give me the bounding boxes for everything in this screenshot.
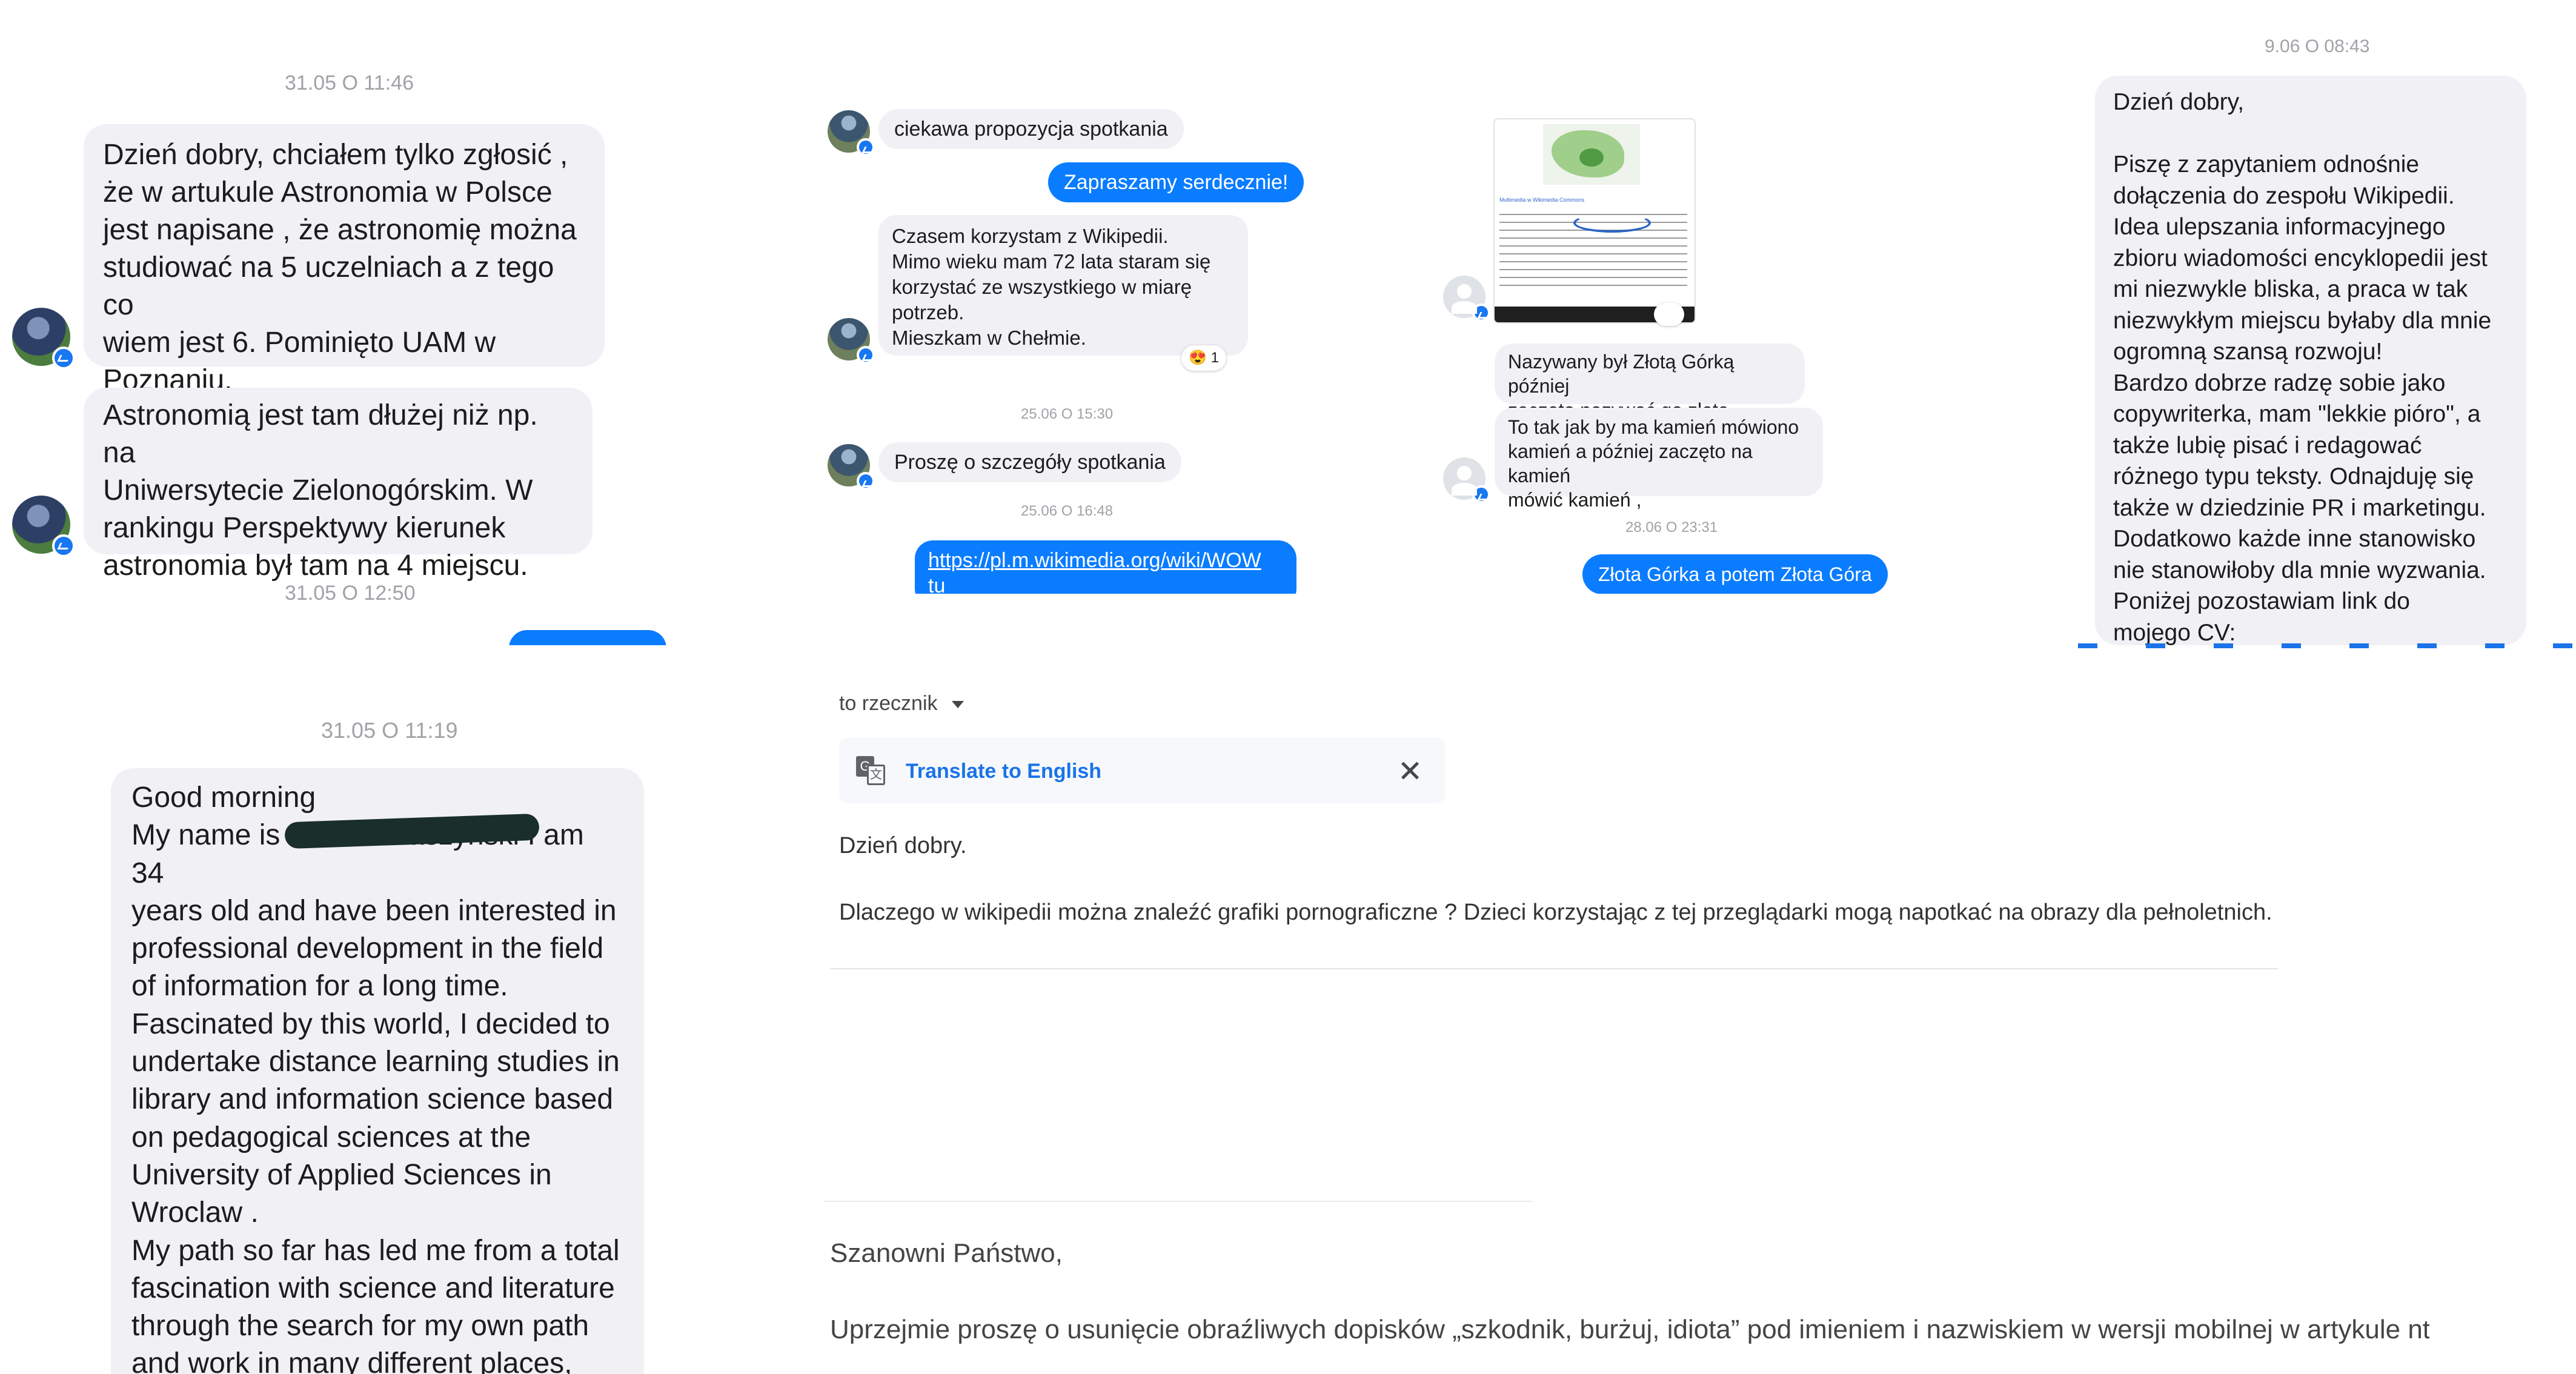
message-bubble[interactable]: Czasem korzystam z Wikipedii. Mimo wieku… bbox=[878, 215, 1248, 356]
chat-panel-meeting: ciekawa propozycja spotkania Zapraszamy … bbox=[806, 91, 1351, 594]
messenger-badge-icon bbox=[1472, 485, 1490, 503]
divider bbox=[830, 968, 2278, 969]
email-panel-removal: Szanowni Państwo, Uprzejmie proszę o usu… bbox=[824, 1187, 2429, 1374]
timestamp: 25.06 O 16:48 bbox=[1021, 503, 1114, 519]
translate-link[interactable]: Translate to English bbox=[906, 760, 1101, 783]
reaction-badge[interactable]: 😍 1 bbox=[1181, 345, 1226, 371]
translate-icon: G 文 bbox=[856, 756, 885, 785]
map-region-highlight bbox=[1579, 148, 1604, 167]
email-panel-complaint: to rzecznik G 文 Translate to English Dzi… bbox=[824, 679, 2308, 981]
timestamp: 31.05 O 11:46 bbox=[285, 71, 414, 95]
avatar-placeholder[interactable] bbox=[1443, 457, 1490, 503]
recipient-label: to rzecznik bbox=[839, 692, 938, 715]
messenger-badge-icon bbox=[857, 346, 875, 364]
wikimedia-link[interactable]: https://pl.m.wikimedia.org/wiki/WOW bbox=[928, 549, 1261, 572]
reaction-count: 1 bbox=[1210, 350, 1219, 366]
timestamp: 9.06 O 08:43 bbox=[2265, 36, 2370, 56]
divider bbox=[824, 1201, 1533, 1202]
messenger-badge-icon bbox=[857, 138, 875, 156]
email-body: Dlaczego w wikipedii można znaleźć grafi… bbox=[839, 900, 2272, 925]
outgoing-message[interactable]: Zapraszamy serdecznie! bbox=[1048, 162, 1304, 202]
chat-panel-application: 31.05 O 11:19 Good morning My name is Mi… bbox=[0, 666, 757, 1374]
outgoing-message-partial bbox=[509, 630, 666, 645]
outgoing-message[interactable]: Złota Górka a potem Złota Góra bbox=[1582, 554, 1888, 594]
map-thumbnail bbox=[1543, 124, 1640, 185]
chat-panel-zlota-gorka: Multimedia w Wikimedia Commons Nazywany … bbox=[1436, 118, 1920, 594]
toolbar-icons-partial bbox=[2030, 643, 2575, 648]
timestamp: 25.06 O 15:30 bbox=[1021, 406, 1114, 422]
messenger-badge-icon bbox=[52, 347, 75, 370]
message-bubble[interactable]: Astronomią jest tam dłużej niż np. na Un… bbox=[84, 388, 593, 582]
message-bubble[interactable]: ciekawa propozycja spotkania bbox=[878, 109, 1184, 149]
commons-label: Multimedia w Wikimedia Commons bbox=[1499, 197, 1585, 203]
messenger-badge-icon bbox=[52, 534, 75, 557]
message-bubble[interactable]: To tak jak by ma kamień mówiono kamień a… bbox=[1495, 408, 1823, 511]
message-bubble[interactable]: Dzień dobry, Piszę z zapytaniem odnośnie… bbox=[2095, 76, 2526, 646]
chat-panel-astronomy: 31.05 O 11:46 Dzień dobry, chciałem tylk… bbox=[0, 0, 715, 645]
avatar[interactable] bbox=[828, 318, 875, 364]
outgoing-link-message[interactable]: https://pl.m.wikimedia.org/wiki/WOW tu s… bbox=[915, 540, 1296, 594]
translate-bar: G 文 Translate to English bbox=[839, 738, 1445, 803]
message-bubble[interactable]: Dzień dobry, chciałem tylko zgłosić , że… bbox=[84, 124, 605, 396]
messenger-badge-icon bbox=[1472, 304, 1490, 322]
avatar[interactable] bbox=[828, 444, 875, 490]
timestamp: 28.06 O 23:31 bbox=[1625, 519, 1718, 536]
recipient-line[interactable]: to rzecznik bbox=[839, 692, 964, 715]
timestamp: 31.05 O 12:50 bbox=[285, 582, 416, 605]
avatar[interactable] bbox=[828, 110, 875, 156]
attachment-reaction[interactable] bbox=[1654, 303, 1684, 326]
email-body: Uprzejmie proszę o usunięcie obraźliwych… bbox=[830, 1315, 2429, 1344]
email-greeting: Dzień dobry. bbox=[839, 833, 967, 858]
chevron-down-icon[interactable] bbox=[951, 701, 964, 709]
message-bubble[interactable]: Good morning My name is Michał Ptaszyńsk… bbox=[111, 768, 644, 1374]
avatar[interactable] bbox=[12, 496, 75, 557]
heart-eyes-emoji-icon: 😍 bbox=[1189, 350, 1207, 366]
avatar[interactable] bbox=[12, 308, 75, 370]
avatar-placeholder[interactable] bbox=[1443, 276, 1490, 322]
message-bubble[interactable]: Proszę o szczegóły spotkania bbox=[878, 442, 1181, 482]
timestamp: 31.05 O 11:19 bbox=[321, 718, 458, 743]
screenshot-attachment[interactable]: Multimedia w Wikimedia Commons bbox=[1493, 118, 1696, 324]
email-salutation: Szanowni Państwo, bbox=[830, 1238, 1063, 1268]
messenger-badge-icon bbox=[857, 472, 875, 490]
message-bubble[interactable]: Nazywany był Złotą Górką później zaczęto… bbox=[1495, 344, 1805, 445]
chat-panel-copywriter: 9.06 O 08:43 Dzień dobry, Piszę z zapyta… bbox=[1999, 0, 2576, 648]
close-icon[interactable] bbox=[1396, 757, 1423, 784]
handwritten-mark bbox=[1573, 213, 1651, 233]
